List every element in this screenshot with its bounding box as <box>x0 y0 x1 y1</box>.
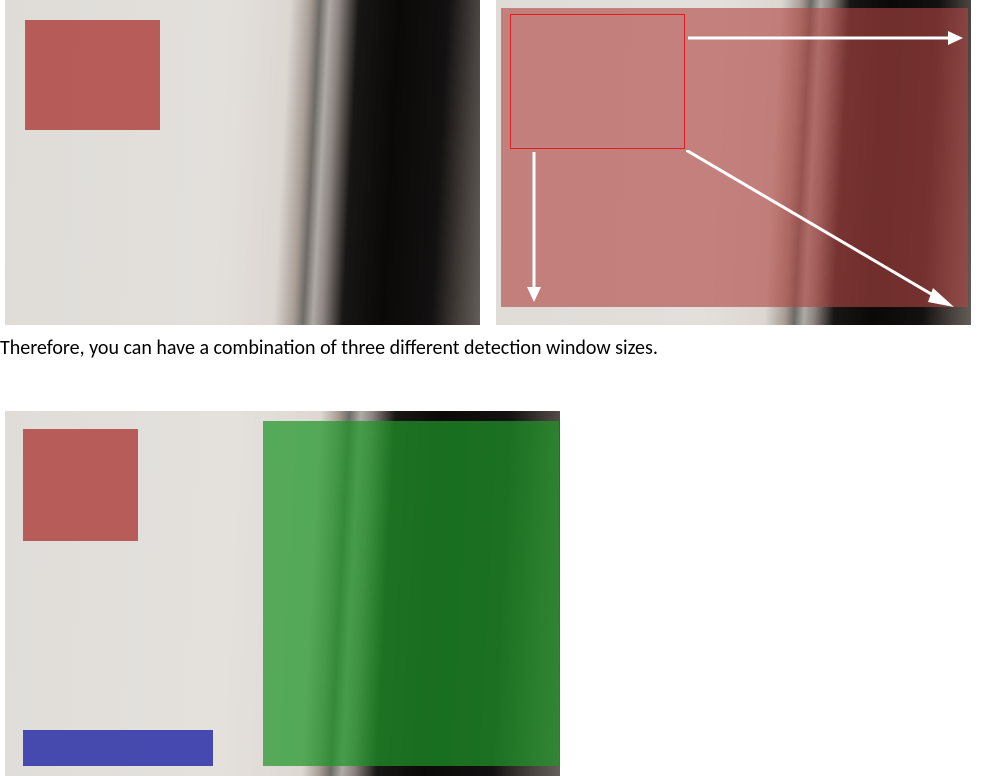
detection-window-green <box>263 421 559 766</box>
caption-text: Therefore, you can have a combination of… <box>0 333 981 411</box>
top-image-row <box>0 0 981 325</box>
detection-window-blue <box>23 730 213 766</box>
image-bottom <box>5 411 560 776</box>
image-top-right <box>496 0 971 325</box>
detection-window-small-red <box>25 20 160 130</box>
detection-window-red <box>23 429 138 541</box>
image-top-left <box>5 0 480 325</box>
page-container: Therefore, you can have a combination of… <box>0 0 981 776</box>
detection-window-outline-red <box>510 14 685 149</box>
